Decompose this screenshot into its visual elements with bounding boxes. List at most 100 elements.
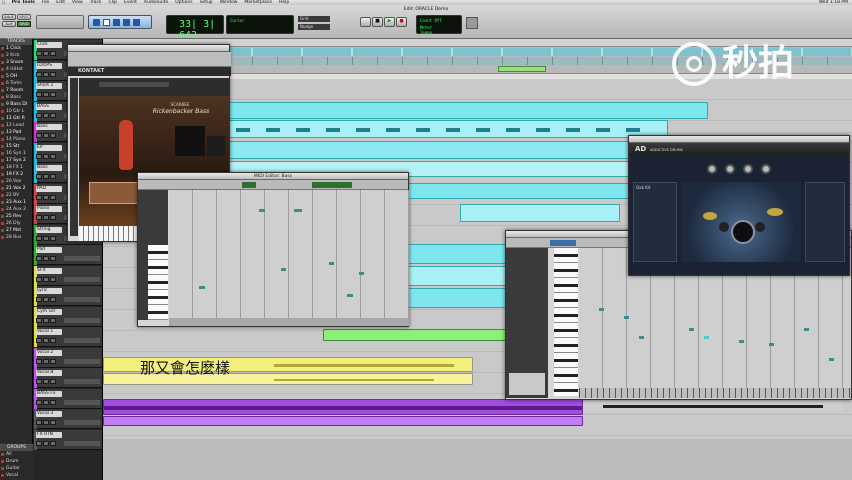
track-list-item[interactable]: 5 OH	[0, 73, 32, 80]
track-name-field[interactable]: Pad	[36, 247, 62, 253]
track-list-item[interactable]: 9 Bass DI	[0, 101, 32, 108]
track-name-field[interactable]: Vocal 2	[36, 349, 62, 356]
track-list-item[interactable]: 19 FX 2	[0, 171, 32, 178]
cymbal-icon[interactable]	[703, 212, 717, 220]
track-list-item[interactable]: 1 Click	[0, 45, 32, 52]
rec-button[interactable]	[36, 51, 42, 56]
rec-button[interactable]	[36, 153, 42, 159]
track-list-item[interactable]: 4 HiHat	[0, 66, 32, 73]
rec-button[interactable]	[36, 440, 42, 446]
midi-note[interactable]	[281, 268, 286, 271]
selector-tool-icon[interactable]	[103, 19, 110, 26]
track-name-field[interactable]: Bass	[36, 124, 62, 130]
track-name-field[interactable]: Vocal B	[36, 370, 62, 376]
group-item[interactable]: Guitar	[0, 465, 33, 472]
sub-counter[interactable]: Cursor	[226, 15, 294, 34]
track-list-item[interactable]: 6 Toms	[0, 80, 32, 87]
track-view-selector[interactable]	[64, 379, 100, 384]
track-list-item[interactable]: 21 Vox 2	[0, 185, 32, 192]
midi-note[interactable]	[259, 209, 265, 212]
mute-button[interactable]	[50, 194, 56, 200]
midi-note[interactable]	[359, 272, 364, 275]
track-list-item[interactable]: 22 BV	[0, 192, 32, 199]
solo-button[interactable]	[43, 71, 49, 77]
midi-note[interactable]	[294, 209, 302, 212]
track-list-item[interactable]: 24 Aux 2	[0, 206, 32, 213]
track-view-selector[interactable]	[64, 420, 100, 425]
track-list-item[interactable]: 28 Bus	[0, 234, 32, 241]
solo-button[interactable]	[43, 276, 49, 282]
rec-button[interactable]	[36, 338, 42, 343]
tom-icon[interactable]	[719, 222, 729, 232]
track-name-field[interactable]: BASS	[36, 103, 62, 110]
track-view-selector[interactable]	[64, 297, 100, 302]
solo-button[interactable]	[43, 51, 49, 56]
track-list-item[interactable]: 12 Lead	[0, 122, 32, 129]
drum-note[interactable]	[624, 316, 629, 319]
track-name-field[interactable]: Cym Gtr	[36, 308, 62, 315]
track-name-field[interactable]: Bass	[36, 165, 62, 171]
rec-button[interactable]	[36, 71, 42, 77]
midi-note[interactable]	[329, 262, 334, 265]
track-header[interactable]: Lyric	[34, 286, 102, 306]
solo-button[interactable]	[43, 420, 49, 425]
knob-icon[interactable]	[707, 164, 717, 174]
track-list-item[interactable]: 2 Kick	[0, 52, 32, 59]
track-name-field[interactable]: BASS Fx	[36, 390, 62, 397]
ad-kit-list[interactable]: Oak Kit	[633, 182, 677, 262]
track-list-item[interactable]: 18 FX 1	[0, 164, 32, 171]
edit-tools[interactable]	[88, 15, 152, 29]
rec-button[interactable]	[36, 92, 42, 97]
trim-tool-icon[interactable]	[93, 19, 100, 26]
solo-button[interactable]	[43, 256, 49, 261]
solo-button[interactable]	[43, 399, 49, 405]
mute-button[interactable]	[50, 358, 56, 364]
scrubber-tool-icon[interactable]	[123, 19, 130, 26]
solo-button[interactable]	[43, 194, 49, 200]
mute-button[interactable]	[50, 297, 56, 302]
track-view-selector[interactable]	[64, 440, 100, 446]
record-button[interactable]: ●	[396, 17, 407, 27]
drum-note[interactable]	[739, 340, 744, 343]
track-list-item[interactable]: 8 Bass	[0, 94, 32, 101]
ad-titlebar[interactable]	[629, 136, 849, 143]
track-list-item[interactable]: 13 Pad	[0, 129, 32, 136]
track-list-item[interactable]: 17 Syn 2	[0, 157, 32, 164]
track-list-item[interactable]: 3 Snare	[0, 59, 32, 66]
drum-note[interactable]	[804, 328, 809, 331]
track-list-item[interactable]: 14 Piano	[0, 136, 32, 143]
track-name-field[interactable]: Lyric	[36, 288, 62, 294]
track-name-field[interactable]: Click	[36, 42, 62, 48]
track-header[interactable]: Vocal 3	[34, 409, 102, 429]
mute-button[interactable]	[50, 51, 56, 56]
track-name-field[interactable]: EP	[36, 144, 62, 151]
midi-note[interactable]	[347, 294, 353, 297]
track-header[interactable]: FX RTN	[34, 429, 102, 450]
group-item[interactable]: Drum	[0, 458, 33, 465]
track-name-field[interactable]: Piano	[36, 206, 62, 212]
rec-button[interactable]	[36, 215, 42, 220]
track-list-item[interactable]: 10 Gtr L	[0, 108, 32, 115]
solo-button[interactable]	[43, 317, 49, 323]
pencil-tool-icon[interactable]	[133, 19, 140, 26]
velocity-lane[interactable]	[169, 318, 409, 326]
knob-icon[interactable]	[725, 164, 735, 174]
midi-note-grid[interactable]	[169, 190, 409, 318]
rec-button[interactable]	[36, 174, 42, 179]
rewind-button[interactable]	[360, 17, 371, 27]
grid-value[interactable]: Grid	[298, 16, 330, 22]
track-list-item[interactable]: 23 Aux 1	[0, 199, 32, 206]
purple-audio-clip[interactable]	[103, 416, 583, 426]
stop-button[interactable]: ■	[372, 17, 383, 27]
track-list-item[interactable]: 11 Gtr R	[0, 115, 32, 122]
main-counter[interactable]: 33| 3| 642	[166, 15, 224, 41]
cymbal-icon[interactable]	[767, 208, 783, 216]
midi-note[interactable]	[199, 286, 205, 289]
track-list-item[interactable]: 27 Mst	[0, 227, 32, 234]
mute-button[interactable]	[50, 174, 56, 179]
midi-controls-display[interactable]: Count Off Meter Tempo	[416, 15, 462, 35]
mute-button[interactable]	[50, 92, 56, 97]
track-header[interactable]: Vocal 1	[34, 327, 102, 347]
track-name-field[interactable]: PAD	[36, 185, 62, 192]
mute-button[interactable]	[50, 215, 56, 220]
